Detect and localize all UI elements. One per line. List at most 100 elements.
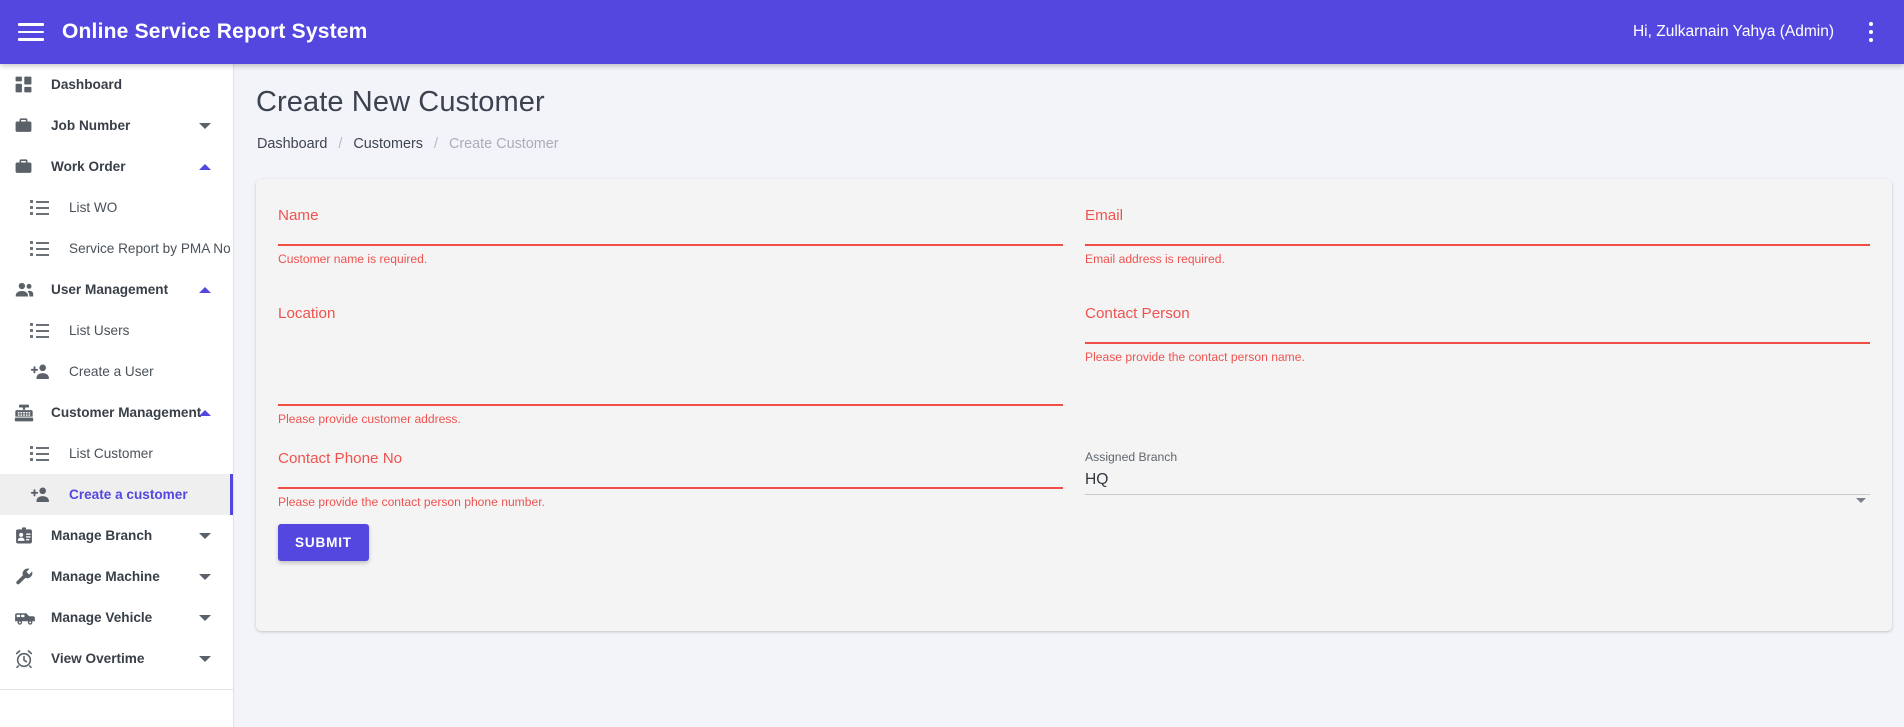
contact-person-input-underline: [1085, 341, 1870, 344]
sidebar-item-label: Manage Vehicle: [51, 610, 153, 625]
cash-register-icon: [14, 402, 40, 424]
contact-person-input[interactable]: [1085, 326, 1870, 342]
sidebar-divider: [0, 689, 233, 690]
breadcrumb-separator: /: [338, 136, 343, 152]
chevron-up-icon[interactable]: [199, 286, 211, 293]
sidebar-item-label: List Users: [69, 323, 130, 338]
submit-button[interactable]: SUBMIT: [278, 523, 369, 561]
chevron-up-icon[interactable]: [199, 163, 211, 170]
sidebar-navigation: Dashboard Job Number Work Order List WO Se…: [0, 64, 234, 727]
sidebar-item-label: Create a User: [69, 364, 154, 379]
name-error-message: Customer name is required.: [278, 252, 428, 266]
main-content: Create New Customer Dashboard / Customer…: [234, 64, 1904, 727]
breadcrumb-item-customers[interactable]: Customers: [353, 136, 423, 152]
contact-phone-input-underline: [278, 487, 1063, 489]
sidebar-item-job-number[interactable]: Job Number: [0, 105, 233, 146]
person-add-icon: [30, 361, 56, 383]
list-bullet-icon: [30, 197, 56, 219]
name-label: Name: [278, 207, 319, 224]
assigned-branch-field-group[interactable]: Assigned Branch HQ: [1085, 450, 1870, 514]
sidebar-item-manage-vehicle[interactable]: Manage Vehicle: [0, 597, 233, 638]
contact-phone-input[interactable]: [278, 471, 1063, 487]
sidebar-item-manage-branch[interactable]: Manage Branch: [0, 515, 233, 556]
app-bar: Online Service Report System Hi, Zulkarn…: [0, 0, 1904, 64]
sidebar-item-label: User Management: [51, 282, 169, 297]
form-row-name-email: Name Customer name is required. Email Em…: [278, 207, 1870, 271]
assigned-branch-label: Assigned Branch: [1085, 450, 1178, 464]
sidebar-item-label: Job Number: [51, 118, 131, 133]
chevron-down-icon[interactable]: [199, 614, 211, 621]
hamburger-bar: [18, 30, 44, 34]
location-input-underline: [278, 403, 1063, 406]
people-icon: [14, 279, 40, 301]
assigned-branch-value: HQ: [1085, 471, 1109, 488]
briefcase-icon: [14, 115, 40, 137]
sidebar-item-label: List WO: [69, 200, 118, 215]
kebab-dot: [1869, 30, 1873, 34]
sidebar-item-create-a-customer[interactable]: Create a customer: [0, 474, 233, 515]
chevron-down-icon[interactable]: [199, 532, 211, 539]
chevron-down-icon[interactable]: [199, 655, 211, 662]
sidebar-item-user-management[interactable]: User Management: [0, 269, 233, 310]
sidebar-item-label: Manage Branch: [51, 528, 153, 543]
wrench-icon: [14, 566, 40, 588]
email-input[interactable]: [1085, 228, 1870, 244]
badge-id-icon: [14, 525, 40, 547]
sidebar-item-list-wo[interactable]: List WO: [0, 187, 233, 228]
contact-phone-field-group: Contact Phone No Please provide the cont…: [278, 450, 1063, 514]
location-error-message: Please provide customer address.: [278, 411, 461, 426]
app-title: Online Service Report System: [62, 20, 368, 43]
sidebar-item-customer-management[interactable]: Customer Management: [0, 392, 233, 433]
sidebar-item-label: Create a customer: [69, 487, 188, 502]
sidebar-item-label: Dashboard: [51, 77, 123, 92]
sidebar-item-label: Manage Machine: [51, 569, 160, 584]
sidebar-item-label: Customer Management: [51, 405, 202, 420]
sidebar-item-manage-machine[interactable]: Manage Machine: [0, 556, 233, 597]
chevron-down-icon[interactable]: [1856, 497, 1866, 503]
sidebar-item-service-report-by-pma-no[interactable]: Service Report by PMA No: [0, 228, 233, 269]
sidebar-item-label: Service Report by PMA No: [69, 241, 231, 256]
email-error-message: Email address is required.: [1085, 252, 1225, 266]
hamburger-menu-icon[interactable]: [18, 19, 44, 45]
chevron-down-icon[interactable]: [199, 573, 211, 580]
location-textarea[interactable]: [278, 326, 1063, 404]
sidebar-item-work-order[interactable]: Work Order: [0, 146, 233, 187]
kebab-dot: [1869, 38, 1873, 42]
dashboard-grid-icon: [14, 74, 40, 96]
breadcrumb-item-create-customer: Create Customer: [448, 136, 559, 152]
form-row-phone-branch: Contact Phone No Please provide the cont…: [278, 450, 1870, 514]
location-field-group: Location Please provide customer address…: [278, 305, 1063, 431]
user-greeting: Hi, Zulkarnain Yahya (Admin): [1632, 23, 1834, 40]
email-label: Email: [1085, 207, 1123, 224]
sidebar-item-dashboard[interactable]: Dashboard: [0, 64, 233, 105]
sidebar-item-view-overtime[interactable]: View Overtime: [0, 638, 233, 679]
contact-person-field-group: Contact Person Please provide the contac…: [1085, 305, 1870, 431]
breadcrumb: Dashboard / Customers / Create Customer: [257, 136, 1904, 152]
sidebar-item-label: List Customer: [69, 446, 153, 461]
list-bullet-icon: [30, 443, 56, 465]
contact-phone-label: Contact Phone No: [278, 450, 403, 467]
person-add-icon: [30, 484, 56, 506]
sidebar-item-label: Work Order: [51, 159, 126, 174]
name-input[interactable]: [278, 228, 1063, 244]
sidebar-item-list-users[interactable]: List Users: [0, 310, 233, 351]
breadcrumb-item-dashboard[interactable]: Dashboard: [257, 136, 327, 152]
kebab-menu-icon[interactable]: [1860, 17, 1882, 47]
chevron-up-icon[interactable]: [199, 409, 211, 416]
location-label: Location: [278, 304, 336, 322]
hamburger-bar: [18, 38, 44, 41]
sidebar-item-list: Dashboard Job Number Work Order List WO Se…: [0, 64, 233, 679]
van-icon: [14, 607, 40, 629]
kebab-dot: [1869, 22, 1873, 26]
create-customer-form-card: Name Customer name is required. Email Em…: [256, 179, 1892, 631]
page-title: Create New Customer: [256, 86, 545, 118]
contact-person-error-message: Please provide the contact person name.: [1085, 349, 1305, 364]
sidebar-item-create-a-user[interactable]: Create a User: [0, 351, 233, 392]
list-bullet-icon: [30, 238, 56, 260]
chevron-down-icon[interactable]: [199, 122, 211, 129]
name-input-underline: [278, 244, 1063, 246]
list-bullet-icon: [30, 320, 56, 342]
contact-person-label: Contact Person: [1085, 304, 1190, 322]
sidebar-item-list-customer[interactable]: List Customer: [0, 433, 233, 474]
contact-phone-error-message: Please provide the contact person phone …: [278, 495, 545, 509]
